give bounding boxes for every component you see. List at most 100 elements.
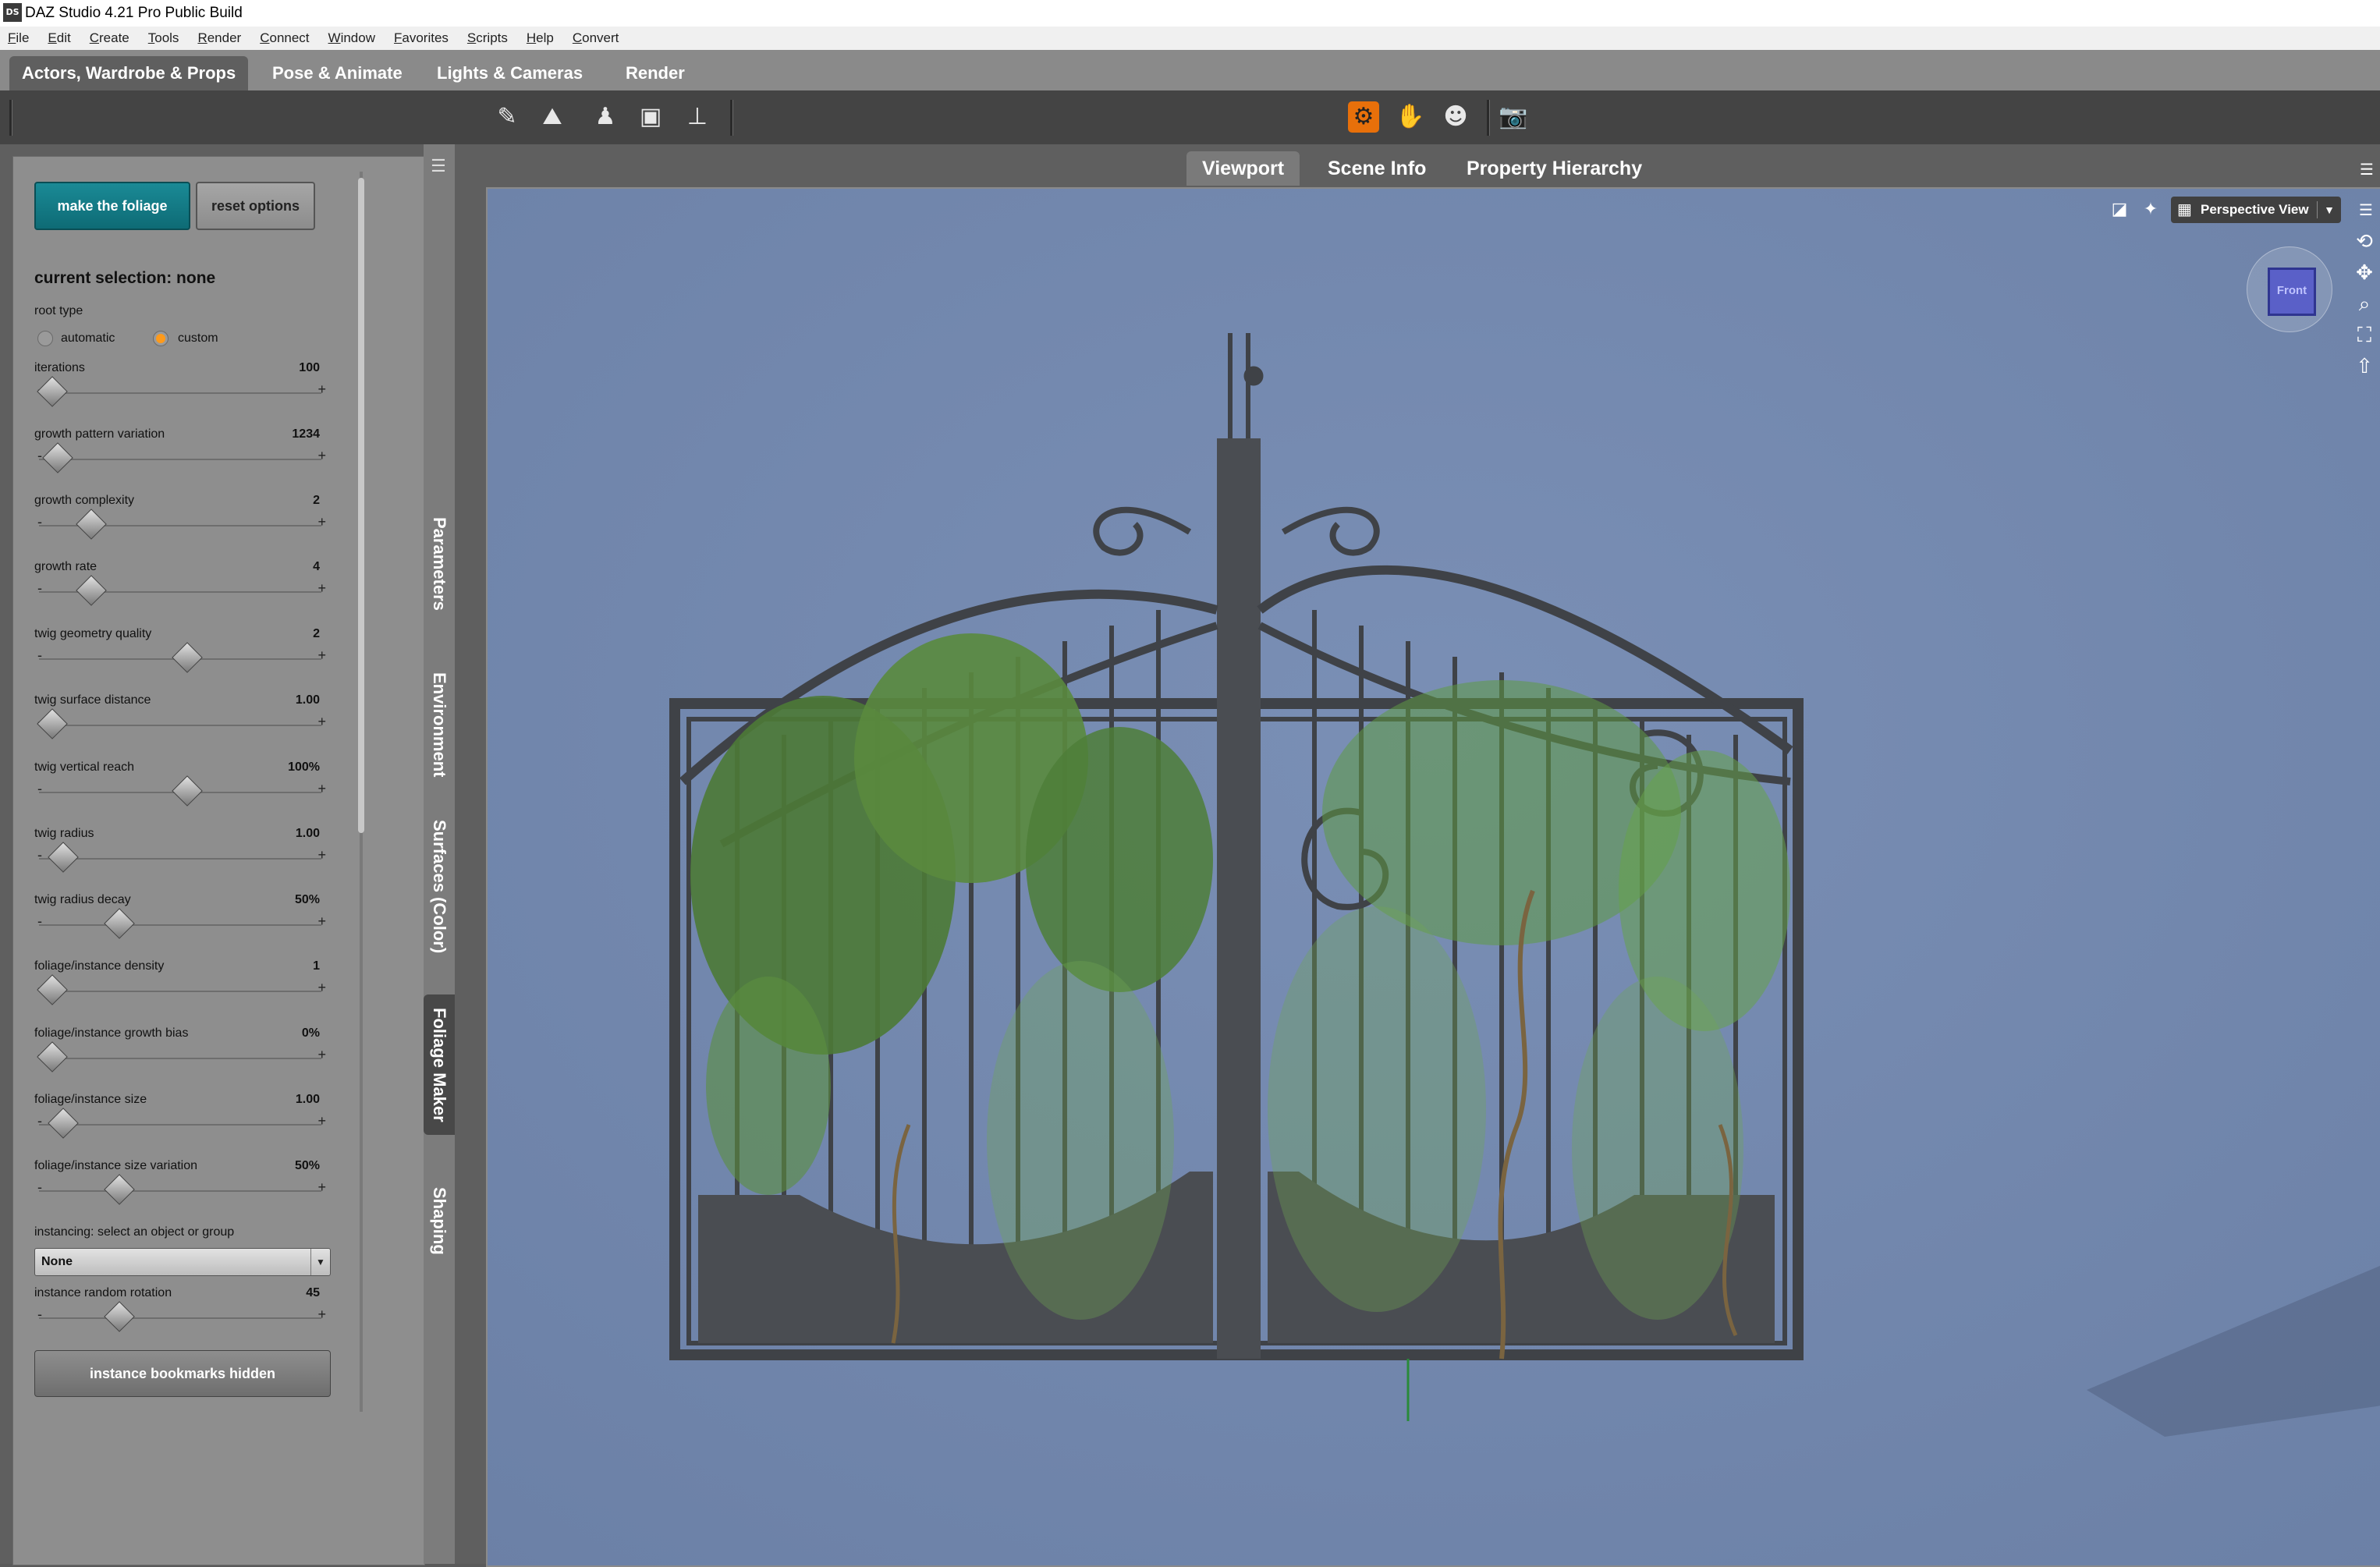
plus-icon[interactable]: + bbox=[317, 714, 326, 730]
slider-track[interactable] bbox=[39, 991, 321, 992]
figure-tool-icon[interactable]: ☻ bbox=[1440, 101, 1471, 133]
plus-icon[interactable]: + bbox=[317, 781, 326, 797]
slider-value[interactable]: 50% bbox=[295, 893, 320, 907]
slider-value[interactable]: 2 bbox=[313, 494, 320, 508]
minus-icon[interactable]: - bbox=[37, 647, 42, 664]
camera-tool-icon[interactable]: 📷 bbox=[1498, 101, 1529, 133]
slider-growth-pattern-variation[interactable]: growth pattern variation 1234 - + bbox=[34, 427, 326, 495]
slider-knob[interactable] bbox=[48, 1108, 80, 1139]
slider-track[interactable] bbox=[39, 858, 321, 860]
slider-value[interactable]: 2 bbox=[313, 627, 320, 641]
3d-viewport[interactable] bbox=[486, 187, 2380, 1567]
active-pose-icon[interactable]: ✋ bbox=[1395, 101, 1426, 133]
slider-foliage-instance-density[interactable]: foliage/instance density1-+ bbox=[34, 959, 326, 1026]
slider-instance-random-rotation[interactable]: instance random rotation 45 - + bbox=[34, 1286, 326, 1353]
slider-track[interactable] bbox=[39, 1124, 321, 1126]
make-foliage-button[interactable]: make the foliage bbox=[34, 182, 190, 230]
plus-icon[interactable]: + bbox=[317, 1179, 326, 1196]
slider-track[interactable] bbox=[39, 725, 321, 726]
menu-edit[interactable]: Edit bbox=[48, 27, 70, 50]
slider-track[interactable] bbox=[39, 1317, 321, 1319]
root-custom-radio[interactable] bbox=[153, 331, 168, 346]
slider-track[interactable] bbox=[39, 392, 321, 394]
slider-knob[interactable] bbox=[171, 642, 203, 673]
tab-shaping[interactable]: Shaping bbox=[424, 1170, 455, 1271]
view-cube[interactable]: Front bbox=[2247, 246, 2332, 332]
slider-knob[interactable] bbox=[48, 842, 80, 873]
viewport-pane-menu-icon[interactable]: ☰ bbox=[2353, 156, 2380, 183]
node-selection-icon[interactable]: ✎ bbox=[491, 101, 523, 133]
slider-foliage-instance-growth-bias[interactable]: foliage/instance growth bias0%-+ bbox=[34, 1026, 326, 1094]
pane-menu-icon[interactable]: ☰ bbox=[428, 157, 449, 175]
slider-twig-vertical-reach[interactable]: twig vertical reach 100% - + bbox=[34, 760, 326, 828]
slider-foliage-instance-size[interactable]: foliage/instance size 1.00 - + bbox=[34, 1093, 326, 1160]
plus-icon[interactable]: + bbox=[317, 580, 326, 597]
slider-value[interactable]: 45 bbox=[306, 1286, 320, 1300]
scene-ground-icon[interactable]: ⛰ bbox=[537, 101, 568, 133]
tab-parameters[interactable]: Parameters bbox=[424, 494, 455, 634]
menu-create[interactable]: Create bbox=[90, 27, 129, 50]
menu-help[interactable]: Help bbox=[527, 27, 554, 50]
slider-value[interactable]: 1.00 bbox=[296, 1093, 320, 1107]
plus-icon[interactable]: + bbox=[317, 847, 326, 863]
tab-actors-wardrobe-props[interactable]: Actors, Wardrobe & Props bbox=[9, 56, 249, 90]
slider-track[interactable] bbox=[39, 1190, 321, 1192]
view-cube-face[interactable]: Front bbox=[2268, 268, 2316, 316]
tab-lights-cameras[interactable]: Lights & Cameras bbox=[424, 56, 595, 90]
slider-track[interactable] bbox=[39, 1058, 321, 1059]
instancing-select[interactable]: None ▼ bbox=[34, 1248, 331, 1276]
viewport-menu-icon[interactable]: ☰ bbox=[2353, 197, 2379, 223]
root-automatic-radio[interactable] bbox=[37, 331, 53, 346]
minus-icon[interactable]: - bbox=[37, 514, 42, 530]
menu-scripts[interactable]: Scripts bbox=[467, 27, 508, 50]
minus-icon[interactable]: - bbox=[37, 847, 42, 863]
slider-value[interactable]: 4 bbox=[313, 560, 320, 574]
minus-icon[interactable]: - bbox=[37, 448, 42, 464]
menu-connect[interactable]: Connect bbox=[260, 27, 309, 50]
slider-value[interactable]: 1.00 bbox=[296, 693, 320, 707]
universal-tool-icon[interactable]: ⚙ bbox=[1348, 101, 1379, 133]
slider-iterations[interactable]: iterations100-+ bbox=[34, 361, 326, 428]
plus-icon[interactable]: + bbox=[317, 1306, 326, 1323]
scrollbar-thumb[interactable] bbox=[358, 178, 364, 833]
tab-foliage-maker[interactable]: Foliage Maker bbox=[424, 994, 455, 1135]
slider-track[interactable] bbox=[39, 459, 321, 460]
zoom-icon[interactable]: ⌕ bbox=[2351, 291, 2378, 317]
plus-icon[interactable]: + bbox=[317, 647, 326, 664]
slider-knob[interactable] bbox=[104, 1301, 136, 1332]
reset-options-button[interactable]: reset options bbox=[196, 182, 315, 230]
minus-icon[interactable]: - bbox=[37, 1113, 42, 1129]
menu-favorites[interactable]: Favorites bbox=[394, 27, 449, 50]
slider-growth-complexity[interactable]: growth complexity 2 - + bbox=[34, 494, 326, 561]
plus-icon[interactable]: + bbox=[317, 1047, 326, 1063]
slider-value[interactable]: 1.00 bbox=[296, 827, 320, 841]
slider-foliage-instance-size-variation[interactable]: foliage/instance size variation 50% - + bbox=[34, 1159, 326, 1226]
slider-value[interactable]: 1234 bbox=[292, 427, 320, 441]
slider-twig-radius[interactable]: twig radius 1.00 - + bbox=[34, 827, 326, 894]
perspective-view-select[interactable]: ▦ Perspective View ▼ bbox=[2171, 197, 2341, 223]
plus-icon[interactable]: + bbox=[317, 381, 326, 398]
joint-editor-icon[interactable]: ⊥ bbox=[682, 101, 713, 133]
minus-icon[interactable]: - bbox=[37, 1179, 42, 1196]
slider-knob[interactable] bbox=[171, 775, 203, 807]
slider-knob[interactable] bbox=[76, 509, 108, 540]
plus-icon[interactable]: + bbox=[317, 448, 326, 464]
slider-growth-rate[interactable]: growth rate 4 - + bbox=[34, 560, 326, 627]
menu-render[interactable]: Render bbox=[197, 27, 241, 50]
slider-knob[interactable] bbox=[104, 908, 136, 939]
panel-scrollbar[interactable] bbox=[356, 172, 366, 1412]
slider-value[interactable]: 0% bbox=[302, 1026, 320, 1041]
minus-icon[interactable]: - bbox=[37, 580, 42, 597]
menu-window[interactable]: Window bbox=[328, 27, 375, 50]
slider-value[interactable]: 100% bbox=[288, 760, 320, 775]
pane-splitter[interactable] bbox=[455, 144, 475, 1564]
minus-icon[interactable]: - bbox=[37, 913, 42, 930]
instance-bookmarks-button[interactable]: instance bookmarks hidden bbox=[34, 1350, 331, 1397]
minus-icon[interactable]: - bbox=[37, 781, 42, 797]
slider-twig-geometry-quality[interactable]: twig geometry quality 2 - + bbox=[34, 627, 326, 694]
slider-twig-radius-decay[interactable]: twig radius decay 50% - + bbox=[34, 893, 326, 960]
tab-environment[interactable]: Environment bbox=[424, 650, 455, 799]
tab-scene-info[interactable]: Scene Info bbox=[1312, 151, 1442, 186]
slider-track[interactable] bbox=[39, 924, 321, 926]
tab-viewport[interactable]: Viewport bbox=[1186, 151, 1300, 186]
